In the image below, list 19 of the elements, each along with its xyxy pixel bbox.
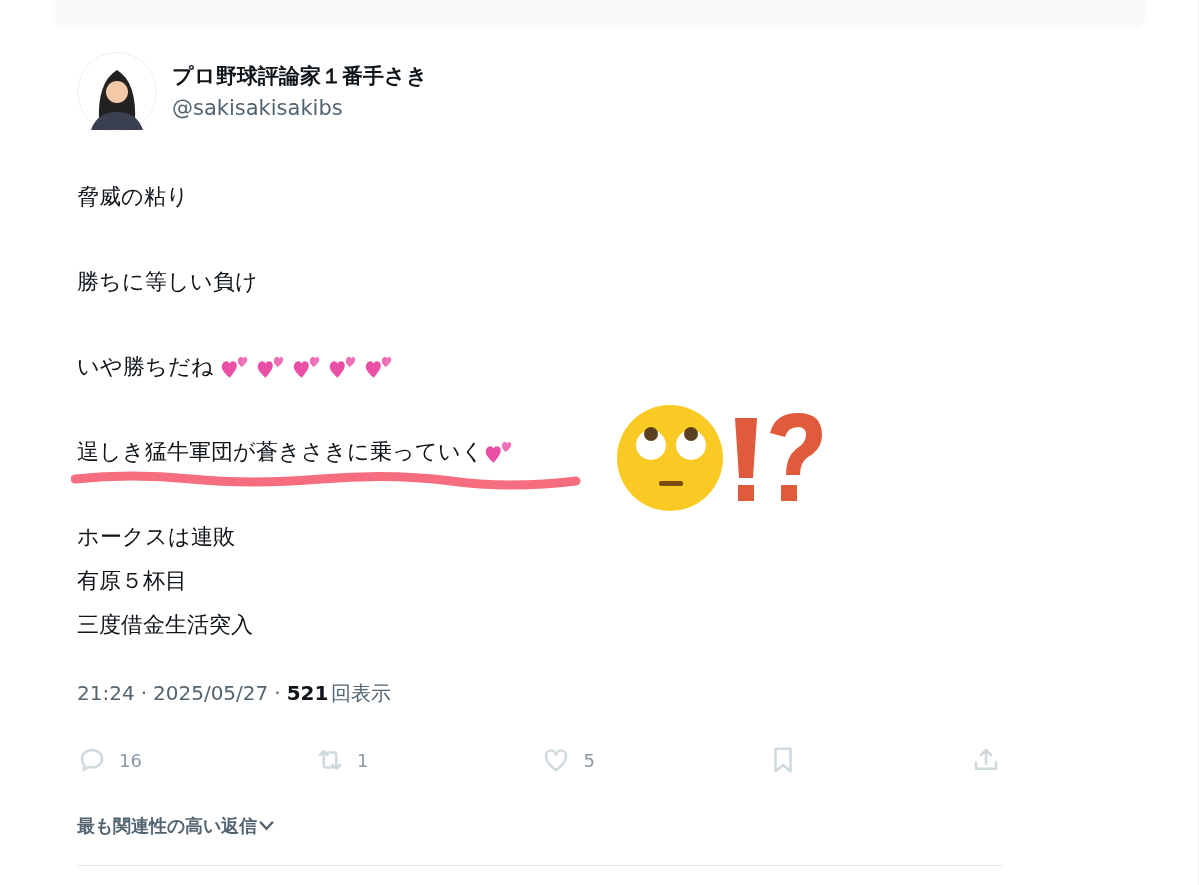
tweet-text: 勝ちに等しい負け (77, 268, 258, 296)
tweet-text: 三度借金生活突入 (77, 611, 253, 639)
view-count: 521 (286, 680, 329, 707)
tweet-text: 有原５杯目 (77, 567, 187, 595)
tweet-date[interactable]: 2025/05/27 (153, 678, 269, 708)
tweet-text: 脅威の粘り (77, 183, 189, 211)
tweet-time[interactable]: 21:24 (77, 678, 135, 708)
tweet-text: ホークスは連敗 (77, 523, 235, 551)
separator-dot: · (274, 680, 281, 707)
retweet-button[interactable]: 1 (314, 744, 369, 776)
reply-sort-button[interactable]: 最も関連性の高い返信 (77, 812, 274, 839)
views-label: 回表示 (331, 680, 392, 707)
tweet-text: 逞しき猛牛軍団が蒼きさきに乗っていく (77, 438, 484, 466)
chevron-down-icon (259, 820, 274, 831)
author-handle[interactable]: @sakisakisakibs (172, 93, 428, 123)
tweet-text: いや勝ちだね (77, 353, 214, 381)
avatar-image[interactable] (77, 52, 157, 132)
author-name[interactable]: プロ野球評論家１番手さき (172, 61, 428, 91)
separator-dot: · (140, 680, 147, 707)
